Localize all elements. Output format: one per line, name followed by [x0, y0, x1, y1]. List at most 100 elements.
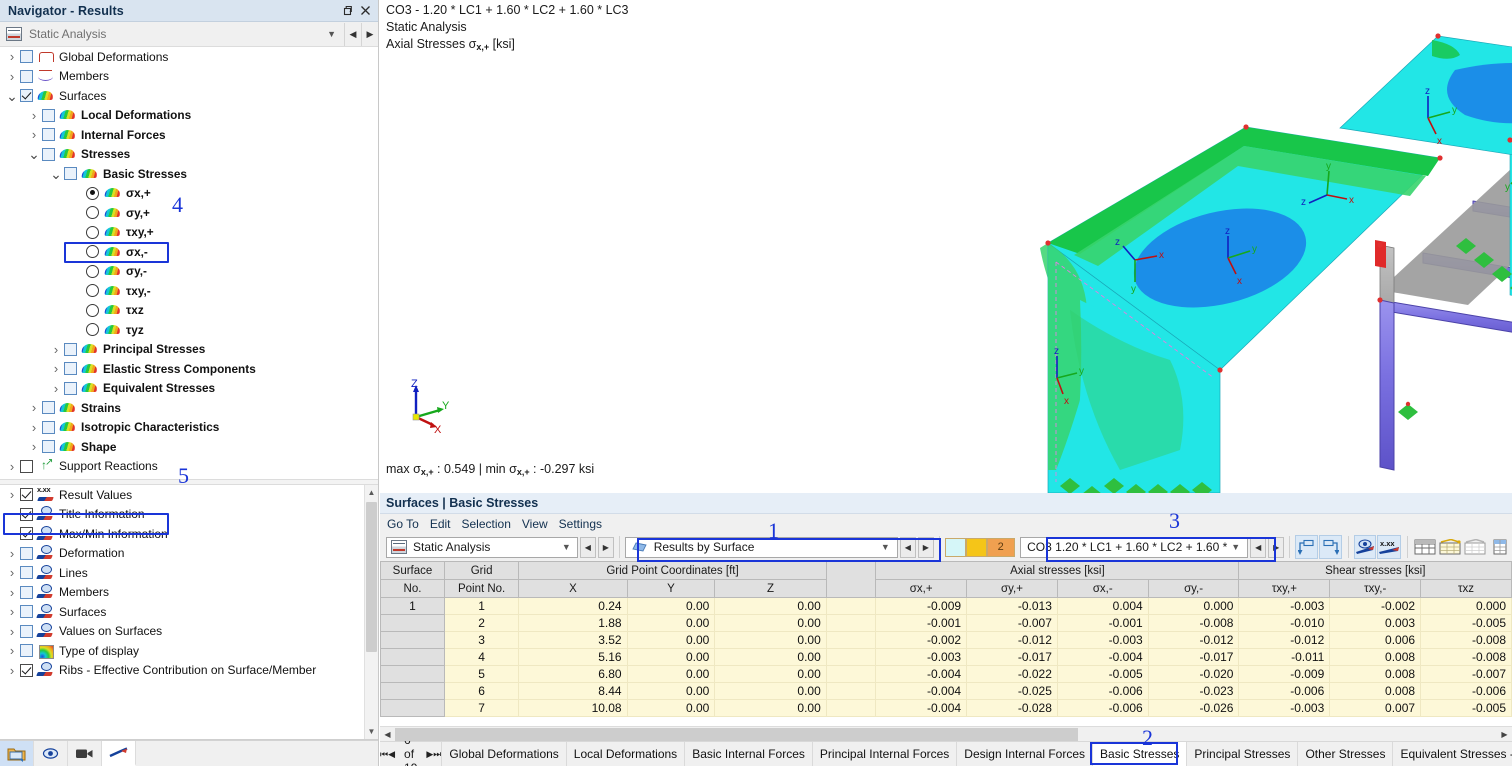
tree-item-support-reactions[interactable]: › Support Reactions: [0, 457, 378, 477]
tree-item-xy[interactable]: τxy,-: [0, 281, 378, 301]
cell-sxm[interactable]: -0.004: [1056, 648, 1149, 666]
chevron-right-icon[interactable]: ›: [4, 624, 20, 639]
chevron-down-icon[interactable]: ▼: [319, 29, 344, 39]
tree-item-xz[interactable]: τxz: [0, 301, 378, 321]
scroll-thumb[interactable]: [395, 727, 1079, 741]
chevron-down-icon[interactable]: ⌄: [4, 89, 20, 103]
cell-y[interactable]: 0.00: [626, 597, 716, 615]
checkbox-basic-stresses[interactable]: [64, 167, 77, 181]
results-by-surface-combo[interactable]: Results by Surface ▼: [624, 536, 898, 558]
grid-col-grid-point-no[interactable]: Point No.: [443, 579, 520, 598]
tree-item-internal-forces[interactable]: › Internal Forces: [0, 125, 378, 145]
cell-y[interactable]: 0.00: [626, 665, 716, 683]
cell-syp[interactable]: -0.025: [966, 682, 1058, 700]
cell-sxp[interactable]: -0.009: [875, 597, 968, 615]
cell-grid-point-no[interactable]: 4: [443, 648, 520, 666]
chevron-right-icon[interactable]: ›: [4, 643, 20, 658]
swatch-2[interactable]: [965, 537, 987, 557]
table-all-icon[interactable]: [1413, 535, 1438, 559]
tree-item-isotropic-characteristics[interactable]: › Isotropic Characteristics: [0, 418, 378, 438]
checkbox-max-min-information[interactable]: [20, 527, 33, 541]
cell-syp[interactable]: -0.012: [966, 631, 1058, 649]
grid-header-surface-no[interactable]: Surface: [380, 561, 445, 580]
tree-item-local-deformations[interactable]: › Local Deformations: [0, 106, 378, 126]
checkbox-result-values[interactable]: [20, 488, 33, 502]
scroll-track[interactable]: [395, 727, 1497, 741]
tab-visibility[interactable]: [34, 741, 68, 766]
chevron-right-icon[interactable]: ›: [26, 439, 42, 454]
scroll-up-icon[interactable]: ▲: [365, 485, 378, 500]
cell-x[interactable]: 8.44: [518, 682, 628, 700]
chevron-right-icon[interactable]: ›: [48, 381, 64, 396]
cell-surface-no[interactable]: [380, 665, 445, 683]
menu-view[interactable]: View: [522, 517, 548, 531]
menu-settings[interactable]: Settings: [559, 517, 602, 531]
swatch-3-count[interactable]: 2: [986, 537, 1015, 557]
cell-sxm[interactable]: -0.001: [1056, 614, 1149, 632]
tree-item-result-values[interactable]: › Result Values: [0, 485, 378, 505]
checkbox-values-on-surfaces[interactable]: [20, 624, 33, 638]
cell-txz[interactable]: -0.007: [1420, 665, 1512, 683]
cell-y[interactable]: 0.00: [626, 699, 716, 717]
next-analysis-button[interactable]: ▶: [361, 22, 378, 46]
table-row[interactable]: 2 1.88 0.00 0.00 -0.001 -0.007 -0.001 -0.008 -0.…: [380, 614, 1512, 632]
cell-surface-no[interactable]: [380, 648, 445, 666]
table-filled-icon[interactable]: [1438, 535, 1463, 559]
menu-selection[interactable]: Selection: [462, 517, 511, 531]
cell-sxm[interactable]: -0.003: [1056, 631, 1149, 649]
cell-syp[interactable]: -0.007: [966, 614, 1058, 632]
checkbox-surfaces[interactable]: [20, 89, 33, 103]
checkbox-equivalent-stresses[interactable]: [64, 381, 77, 395]
table-empty-icon[interactable]: [1463, 535, 1488, 559]
grid-header-shear-stresses[interactable]: Shear stresses [ksi]: [1238, 561, 1512, 580]
cell-surface-no[interactable]: [380, 699, 445, 717]
cell-txyp[interactable]: -0.003: [1238, 699, 1331, 717]
table-row[interactable]: 5 6.80 0.00 0.00 -0.004 -0.022 -0.005 -0.020 -0.…: [380, 665, 1512, 683]
tree-item-y[interactable]: σy,-: [0, 262, 378, 282]
tree-item-y[interactable]: σy,+: [0, 203, 378, 223]
scroll-down-icon[interactable]: ▼: [365, 724, 378, 739]
cell-txym[interactable]: 0.008: [1329, 665, 1422, 683]
chevron-right-icon[interactable]: ›: [26, 400, 42, 415]
results-grid[interactable]: Surface Grid Grid Point Coordinates [ft] Ax…: [380, 561, 1512, 717]
redo-icon[interactable]: [1318, 535, 1342, 559]
radio-xy+[interactable]: [86, 225, 99, 239]
cell-spacer[interactable]: [825, 614, 877, 632]
next-analysis-button-table[interactable]: ▶: [597, 536, 614, 558]
chevron-down-icon[interactable]: ⌄: [48, 167, 64, 181]
cell-txyp[interactable]: -0.011: [1238, 648, 1331, 666]
tree-item-deformation[interactable]: › Deformation: [0, 544, 378, 564]
sheet-tab-other-stresses[interactable]: Other Stresses: [1297, 742, 1392, 766]
cell-grid-point-no[interactable]: 6: [443, 682, 520, 700]
radio-x-[interactable]: [86, 245, 99, 259]
tab-results[interactable]: [102, 741, 136, 766]
menu-edit[interactable]: Edit: [430, 517, 451, 531]
checkbox-stresses[interactable]: [42, 147, 55, 161]
radio-y-[interactable]: [86, 264, 99, 278]
tree-item-type-of-display[interactable]: › Type of display: [0, 641, 378, 661]
grid-col-tau-xy-plus[interactable]: τxy,+: [1238, 579, 1331, 598]
cell-sxm[interactable]: -0.006: [1056, 699, 1149, 717]
chevron-right-icon[interactable]: ›: [4, 546, 20, 561]
cell-txz[interactable]: -0.008: [1420, 631, 1512, 649]
grid-col-sigma-y-plus[interactable]: σy,+: [966, 579, 1058, 598]
tree-item-surfaces[interactable]: › Surfaces: [0, 602, 378, 622]
cell-syp[interactable]: -0.013: [966, 597, 1058, 615]
grid-col-sigma-x-minus[interactable]: σx,-: [1056, 579, 1149, 598]
cell-txyp[interactable]: -0.009: [1238, 665, 1331, 683]
checkbox-global-deformations[interactable]: [20, 50, 33, 64]
cell-x[interactable]: 10.08: [518, 699, 628, 717]
checkbox-ribs-effective-contribution-on-surface-member[interactable]: [20, 663, 33, 677]
grid-col-surface-no[interactable]: No.: [380, 579, 445, 598]
chevron-right-icon[interactable]: ›: [4, 49, 20, 64]
last-page-icon[interactable]: ⏭: [433, 742, 441, 766]
tree-item-members[interactable]: › Members: [0, 67, 378, 87]
grid-col-sigma-y-minus[interactable]: σy,-: [1147, 579, 1240, 598]
checkbox-members[interactable]: [20, 69, 33, 83]
cell-sym[interactable]: -0.017: [1147, 648, 1240, 666]
tree-item-stresses[interactable]: ⌄ Stresses: [0, 145, 378, 165]
table-row[interactable]: 7 10.08 0.00 0.00 -0.004 -0.028 -0.006 -0.026 -0…: [380, 699, 1512, 717]
tree-item-values-on-surfaces[interactable]: › Values on Surfaces: [0, 622, 378, 642]
cell-x[interactable]: 6.80: [518, 665, 628, 683]
cell-sym[interactable]: -0.012: [1147, 631, 1240, 649]
